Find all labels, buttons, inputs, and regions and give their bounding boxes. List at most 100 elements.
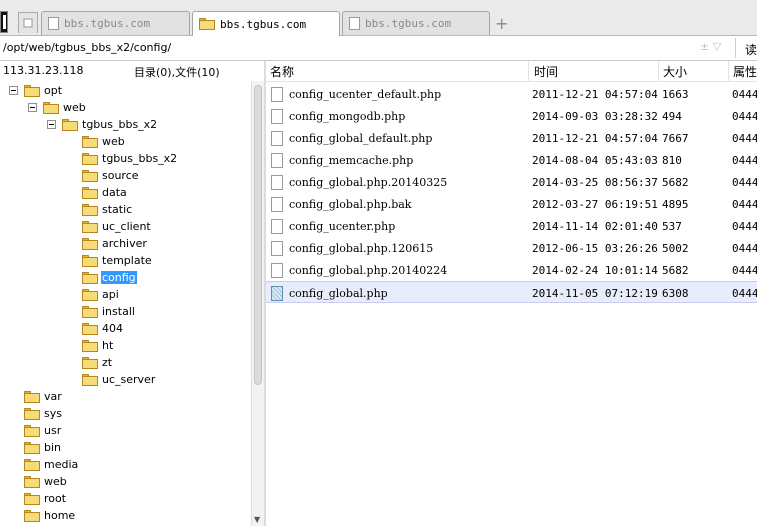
file-name: config_global.php [289, 287, 388, 300]
tab-3[interactable]: bbs.tgbus.com [342, 11, 490, 35]
folder-icon [24, 475, 40, 488]
page-icon [48, 17, 59, 30]
tree-item-label: tgbus_bbs_x2 [102, 152, 178, 165]
tree-item-label: sys [44, 407, 62, 420]
file-attr: 0444 [732, 154, 757, 167]
tree-item[interactable]: data [82, 184, 128, 201]
tree-item[interactable]: bin [24, 439, 62, 456]
file-name: config_global.php.20140325 [289, 176, 448, 189]
file-time: 2014-03-25 08:56:37 [532, 176, 658, 189]
tree-item[interactable]: web [24, 473, 68, 490]
folder-icon [24, 84, 40, 97]
tree-item[interactable]: template [82, 252, 153, 269]
tab-2-label: bbs.tgbus.com [220, 17, 307, 31]
column-attr[interactable]: 属性 [733, 63, 757, 80]
tree-item-label: template [102, 254, 152, 267]
file-row[interactable]: config_ucenter.php 2014-11-14 02:01:40 537… [266, 215, 757, 237]
file-row[interactable]: config_memcache.php 2014-08-04 05:43:03 81… [266, 149, 757, 171]
file-name: config_global_default.php [289, 132, 433, 145]
new-tab-plus-icon[interactable]: + [495, 14, 508, 33]
file-row[interactable]: config_global_default.php 2011-12-21 04:5… [266, 127, 757, 149]
file-name: config_global.php.bak [289, 198, 412, 211]
tree-item[interactable]: archiver [82, 235, 148, 252]
file-row[interactable]: config_global.php.20140325 2014-03-25 08:… [266, 171, 757, 193]
file-attr: 0444 [732, 287, 757, 300]
tree-item[interactable]: uc_server [82, 371, 156, 388]
tab-2[interactable]: bbs.tgbus.com [192, 11, 340, 36]
tree-item[interactable]: media [24, 456, 79, 473]
tree-item[interactable]: web [82, 133, 126, 150]
blank-tab-button[interactable] [18, 12, 38, 33]
tree-item[interactable]: static [82, 201, 133, 218]
file-list-header: 名称 时间 大小 属性 [266, 61, 757, 82]
file-time: 2014-09-03 03:28:32 [532, 110, 658, 123]
column-time[interactable]: 时间 [534, 63, 558, 80]
tree-item[interactable]: source [82, 167, 140, 184]
folder-icon [82, 373, 98, 386]
tree-item[interactable]: usr [24, 422, 62, 439]
file-attr: 0444 [732, 264, 757, 277]
tree-item[interactable]: ht [82, 337, 114, 354]
file-size: 5682 [662, 176, 689, 189]
collapse-icon[interactable] [28, 103, 37, 112]
folder-icon [82, 305, 98, 318]
scroll-down-arrow-icon[interactable]: ▼ [254, 515, 260, 524]
file-icon [271, 241, 283, 256]
file-icon [271, 197, 283, 212]
file-attr: 0444 [732, 176, 757, 189]
tree-item[interactable]: zt [82, 354, 113, 371]
tree-item-label: source [102, 169, 139, 182]
file-size: 5002 [662, 242, 689, 255]
tree-item[interactable]: config [82, 269, 137, 286]
file-list-panel: 名称 时间 大小 属性 config_ucenter_default.php 20… [266, 61, 757, 526]
folder-icon [24, 424, 40, 437]
tree-item-label: web [102, 135, 125, 148]
path-dropdown-icon[interactable]: ± ▽ [700, 40, 721, 53]
tree-item[interactable]: api [82, 286, 120, 303]
file-attr: 0444 [732, 242, 757, 255]
tree-item[interactable]: tgbus_bbs_x2 [82, 150, 178, 167]
file-row[interactable]: config_global.php.20140224 2014-02-24 10:… [266, 259, 757, 281]
file-time: 2012-06-15 03:26:26 [532, 242, 658, 255]
file-row[interactable]: config_ucenter_default.php 2011-12-21 04:… [266, 83, 757, 105]
tree-item-label: tgbus_bbs_x2 [82, 118, 158, 131]
tree-item[interactable]: root [24, 490, 67, 507]
file-row[interactable]: config_global.php.120615 2012-06-15 03:26… [266, 237, 757, 259]
column-name[interactable]: 名称 [270, 63, 294, 80]
folder-icon [24, 492, 40, 505]
tree-item[interactable]: web [28, 99, 87, 116]
file-row[interactable]: config_mongodb.php 2014-09-03 03:28:32 494… [266, 105, 757, 127]
tree-item-label: uc_server [102, 373, 156, 386]
path-input[interactable]: /opt/web/tgbus_bbs_x2/config/ [3, 41, 171, 54]
scrollbar-thumb[interactable] [254, 85, 262, 385]
collapse-icon[interactable] [9, 86, 18, 95]
tree-item[interactable]: tgbus_bbs_x2 [47, 116, 158, 133]
file-icon [271, 109, 283, 124]
column-size[interactable]: 大小 [663, 63, 687, 80]
file-row[interactable]: config_global.php 2014-11-05 07:12:19 6308… [266, 281, 757, 303]
item-counts: 目录(0),文件(10) [134, 66, 220, 79]
tree-item[interactable]: home [24, 507, 76, 524]
file-row[interactable]: config_global.php.bak 2012-03-27 06:19:51… [266, 193, 757, 215]
tree-item-label: web [63, 101, 86, 114]
file-time: 2011-12-21 04:57:04 [532, 88, 658, 101]
tree-item-label: usr [44, 424, 62, 437]
folder-icon [82, 339, 98, 352]
folder-icon [82, 220, 98, 233]
tab-1[interactable]: bbs.tgbus.com [41, 11, 190, 35]
folder-icon [24, 390, 40, 403]
tree-item[interactable]: sys [24, 405, 63, 422]
folder-icon [82, 288, 98, 301]
collapse-icon[interactable] [47, 120, 56, 129]
tree-item[interactable]: uc_client [82, 218, 152, 235]
file-icon [271, 219, 283, 234]
tree-item-label: archiver [102, 237, 147, 250]
folder-icon [82, 356, 98, 369]
tree-scrollbar[interactable]: ▼ [251, 81, 264, 526]
tree-item[interactable]: install [82, 303, 136, 320]
read-button[interactable]: 读 [745, 41, 757, 58]
folder-icon [24, 407, 40, 420]
tree-item[interactable]: 404 [82, 320, 124, 337]
tree-item[interactable]: var [24, 388, 63, 405]
tree-item[interactable]: opt [9, 82, 63, 99]
